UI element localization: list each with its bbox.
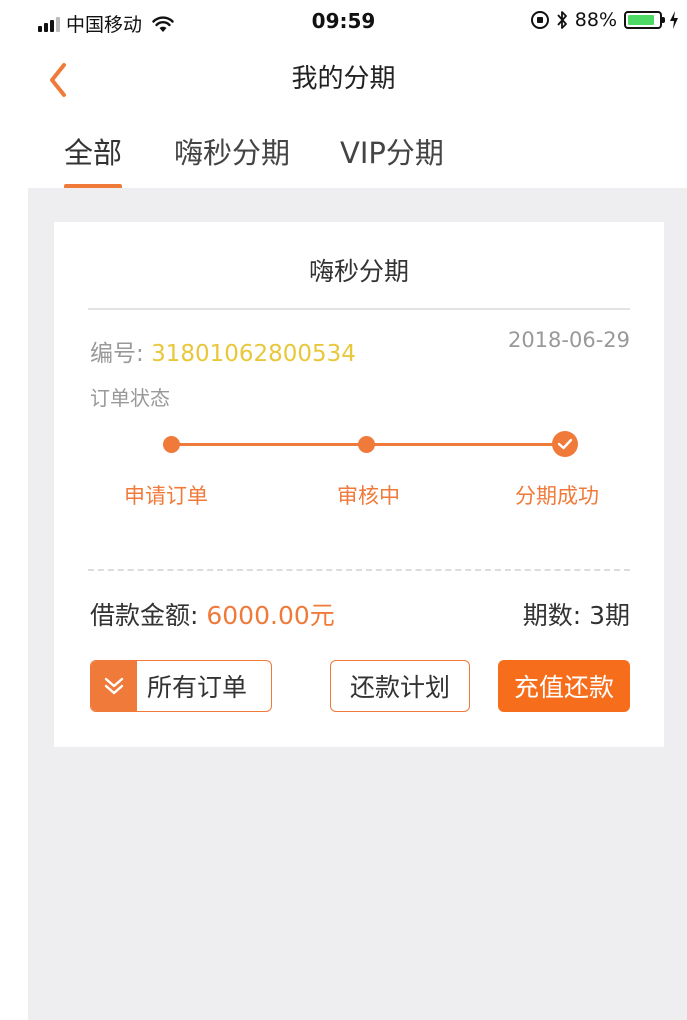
check-icon <box>557 438 573 450</box>
tab-haimiao[interactable]: 嗨秒分期 <box>174 130 290 172</box>
all-orders-button[interactable]: 所有订单 <box>90 660 272 712</box>
rotation-lock-icon <box>530 11 549 29</box>
order-number: 编号: 31801062800534 <box>90 334 356 368</box>
battery-percent: 88% <box>574 9 617 31</box>
bluetooth-icon <box>557 11 567 29</box>
content-area: 嗨秒分期 编号: 31801062800534 2018-06-29 订单状态 … <box>28 188 687 1020</box>
loan-amount: 借款金额: 6000.00元 <box>90 596 335 632</box>
step-dot-success <box>552 431 578 457</box>
tab-bar: 全部 嗨秒分期 VIP分期 <box>0 118 687 189</box>
loan-amount-value: 6000.00元 <box>206 601 335 630</box>
status-progress <box>163 430 578 460</box>
order-number-label: 编号: <box>90 341 152 367</box>
installment-periods: 期数: 3期 <box>522 601 630 630</box>
card-divider <box>88 308 630 310</box>
nav-bar: 我的分期 <box>0 44 687 110</box>
status-bar: 中国移动 09:59 88% <box>0 0 687 44</box>
order-status-label: 订单状态 <box>90 386 170 410</box>
step-label-success: 分期成功 <box>515 484 599 508</box>
tab-all[interactable]: 全部 <box>64 130 122 172</box>
all-orders-icon-box <box>91 661 137 711</box>
repay-plan-button[interactable]: 还款计划 <box>330 660 470 712</box>
step-dot-apply <box>163 436 180 453</box>
order-number-value: 31801062800534 <box>151 341 356 367</box>
charging-icon <box>670 11 678 29</box>
step-label-review: 审核中 <box>337 484 400 508</box>
step-label-apply: 申请订单 <box>124 484 208 508</box>
battery-icon <box>624 11 665 29</box>
page-title: 我的分期 <box>291 64 396 94</box>
installment-card: 嗨秒分期 编号: 31801062800534 2018-06-29 订单状态 … <box>54 222 664 747</box>
screen: 中国移动 09:59 88% 我的分期 全部 嗨秒分期 VIP分期 嗨秒分期 编… <box>0 0 687 1020</box>
double-chevron-down-icon <box>104 677 124 695</box>
order-date: 2018-06-29 <box>507 328 630 352</box>
loan-amount-label: 借款金额: <box>90 601 207 630</box>
step-dot-review <box>358 436 375 453</box>
card-title: 嗨秒分期 <box>308 257 409 286</box>
all-orders-label: 所有订单 <box>147 673 248 702</box>
recharge-repay-button[interactable]: 充值还款 <box>498 660 630 712</box>
dashed-divider <box>88 569 630 571</box>
battery-fill <box>628 15 655 25</box>
tab-vip[interactable]: VIP分期 <box>340 130 444 172</box>
status-right: 88% <box>530 9 679 31</box>
